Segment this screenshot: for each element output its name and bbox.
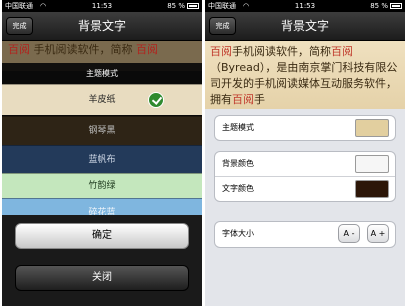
close-button[interactable]: 关闭 [15, 265, 189, 291]
theme-option-piano-black[interactable]: 钢琴黑 [2, 116, 202, 145]
theme-option-label: 竹韵绿 [88, 181, 116, 191]
theme-preview-swatch [355, 119, 389, 137]
right-phone-screen: 中国联通 ◠ 11:53 85 % 完成 背景文字 百阅手机阅读软件，简称百阅（… [205, 0, 405, 306]
brand-name: 百阅 [232, 93, 254, 106]
battery-indicator: 85 % [167, 0, 199, 12]
font-decrease-button[interactable]: A - [338, 224, 360, 243]
preview-segment: 手机阅读软件，简称 [30, 43, 136, 56]
theme-option-label: 钢琴黑 [88, 126, 116, 136]
checkmark-icon [148, 92, 164, 108]
text-color-swatch [355, 180, 389, 198]
left-phone-screen: 中国联通 ◠ 11:53 85 % 完成 背景文字 百阅 手机阅读软件，简称 百… [2, 0, 202, 306]
theme-option-parchment[interactable]: 羊皮纸 [2, 84, 202, 115]
brand-name: 百阅 [136, 43, 158, 56]
theme-option-label: 羊皮纸 [88, 95, 116, 105]
confirm-button[interactable]: 确定 [15, 223, 189, 249]
sheet-actions: 确定 关闭 [2, 215, 202, 306]
font-size-label: 字体大小 [222, 229, 254, 238]
battery-percent: 85 % [370, 2, 388, 10]
battery-icon [390, 3, 402, 9]
theme-settings-group: 主题模式 [214, 115, 396, 141]
sheet-title: 主题模式 [86, 69, 118, 78]
preview-segment: 手机阅读软件，简称 [232, 45, 331, 58]
page-title: 背景文字 [77, 19, 126, 33]
font-size-row: 字体大小 A - A + [215, 222, 395, 246]
text-color-row[interactable]: 文字颜色 [215, 177, 395, 201]
font-increase-button[interactable]: A + [367, 224, 389, 243]
brand-name: 百阅 [331, 45, 353, 58]
battery-indicator: 85 % [370, 0, 402, 12]
theme-picker-sheet: 主题模式 羊皮纸 钢琴黑 蓝帆布 竹韵绿 碎花蓝 确定 关闭 [2, 63, 202, 306]
status-bar: 中国联通 ◠ 11:53 85 % [2, 0, 202, 12]
battery-icon [187, 3, 199, 9]
status-bar: 中国联通 ◠ 11:53 85 % [205, 0, 405, 12]
battery-percent: 85 % [167, 2, 185, 10]
background-color-label: 背景颜色 [222, 159, 254, 168]
brand-name: 百阅 [210, 45, 232, 58]
nav-bar: 完成 背景文字 [2, 12, 202, 41]
background-color-row[interactable]: 背景颜色 [215, 152, 395, 176]
background-color-swatch [355, 155, 389, 173]
reading-preview-text: 百阅手机阅读软件，简称百阅（Byread），是由南京掌门科技有限公司开发的手机阅… [205, 41, 405, 109]
font-settings-group: 字体大小 A - A + [214, 221, 396, 248]
brand-name: 百阅 [8, 43, 30, 56]
theme-option-floral-blue[interactable]: 碎花蓝 [2, 198, 202, 218]
theme-option-blue-canvas[interactable]: 蓝帆布 [2, 145, 202, 173]
theme-option-bamboo-green[interactable]: 竹韵绿 [2, 173, 202, 198]
nav-bar: 完成 背景文字 [205, 12, 405, 41]
text-color-label: 文字颜色 [222, 184, 254, 193]
theme-mode-row[interactable]: 主题模式 [215, 116, 395, 140]
theme-option-label: 蓝帆布 [88, 155, 116, 165]
preview-segment: 手 [254, 93, 265, 106]
page-title: 背景文字 [280, 19, 329, 33]
theme-mode-label: 主题模式 [222, 123, 254, 132]
color-settings-group: 背景颜色 文字颜色 [214, 151, 396, 202]
